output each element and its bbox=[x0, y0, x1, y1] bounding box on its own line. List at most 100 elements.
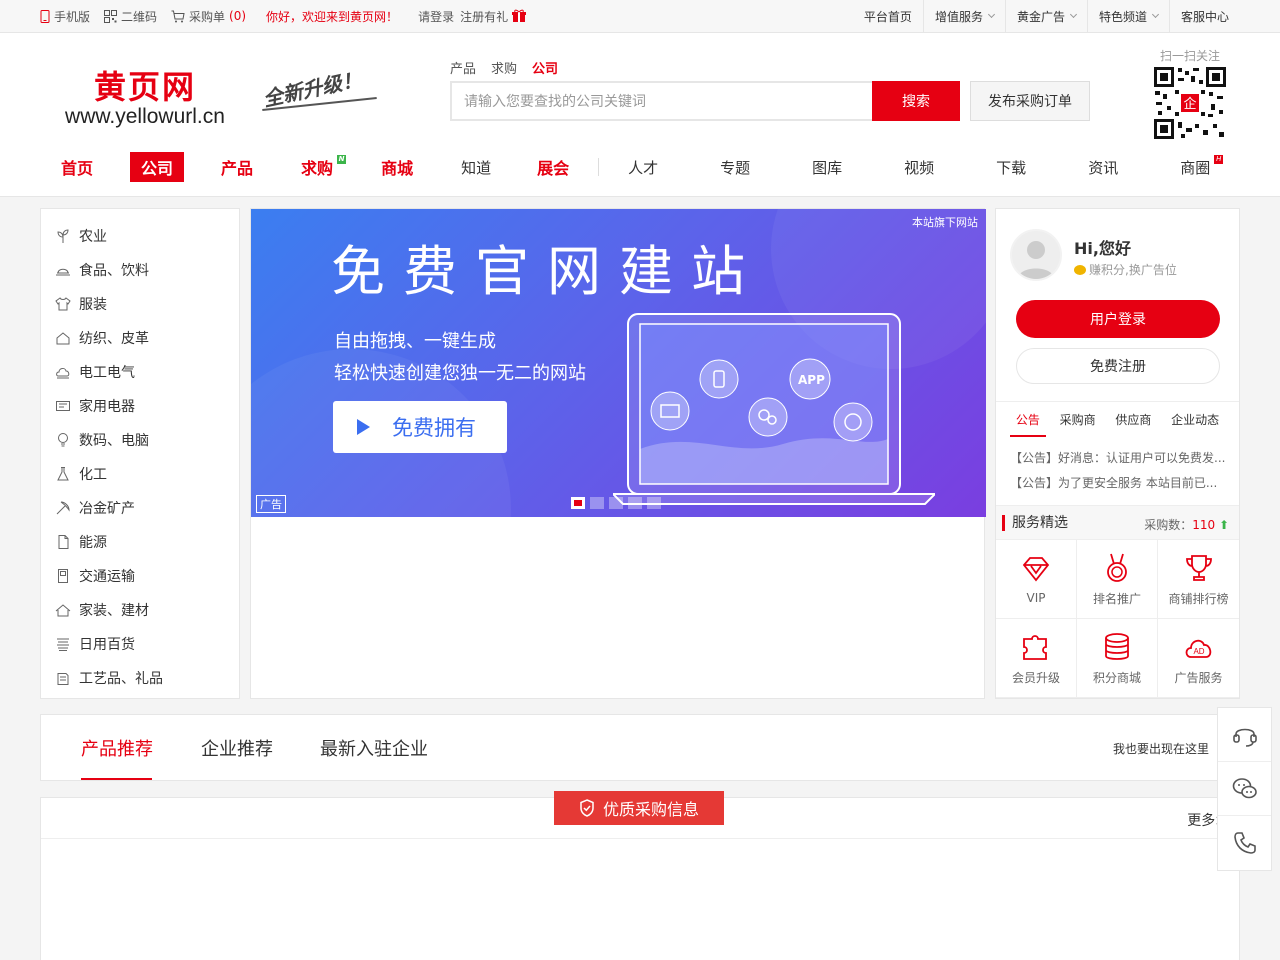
nav-home[interactable]: 首页 bbox=[50, 152, 104, 182]
search-tab-company[interactable]: 公司 bbox=[532, 58, 558, 77]
platform-home-link[interactable]: 平台首页 bbox=[853, 0, 923, 32]
cart-link[interactable]: 采购单 (0) bbox=[171, 8, 246, 25]
coin-icon bbox=[1074, 264, 1086, 275]
nav-gallery[interactable]: 图库 bbox=[801, 152, 853, 182]
login-link[interactable]: 请登录 bbox=[418, 8, 454, 25]
featured-channel-label: 特色频道 bbox=[1098, 9, 1147, 24]
register-label: 注册有礼 bbox=[460, 9, 509, 24]
service-shop-ranking[interactable]: 商铺排行榜 bbox=[1158, 540, 1239, 619]
carousel-dot-4[interactable] bbox=[628, 497, 642, 509]
nav-business-circle[interactable]: 商圈 H bbox=[1169, 152, 1224, 182]
qrcode-link[interactable]: 二维码 bbox=[104, 8, 157, 25]
category-item[interactable]: 数码、电脑 bbox=[41, 423, 239, 457]
cart-icon bbox=[171, 10, 185, 22]
nav-zhidao[interactable]: 知道 bbox=[450, 152, 502, 182]
service-vip[interactable]: VIP bbox=[996, 540, 1077, 619]
nav-talent[interactable]: 人才 bbox=[617, 152, 669, 182]
site-logo[interactable]: 黄页网 www.yellowurl.cn bbox=[50, 69, 240, 129]
publish-order-button[interactable]: 发布采购订单 bbox=[970, 81, 1090, 121]
tab-company-news[interactable]: 企业动态 bbox=[1165, 402, 1225, 437]
service-ranking[interactable]: 排名推广 bbox=[1077, 540, 1158, 619]
nav-news[interactable]: 资讯 bbox=[1077, 152, 1129, 182]
tab-new-companies[interactable]: 最新入驻企业 bbox=[320, 735, 428, 761]
category-item[interactable]: 服装 bbox=[41, 287, 239, 321]
user-silhouette-icon bbox=[1018, 241, 1054, 279]
search-tab-purchase[interactable]: 求购 bbox=[491, 58, 517, 77]
category-item[interactable]: 纺织、皮革 bbox=[41, 321, 239, 355]
value-added-menu[interactable]: 增值服务 bbox=[922, 0, 1005, 32]
customer-service-link[interactable]: 客服中心 bbox=[1168, 0, 1240, 32]
category-item[interactable]: 工艺品、礼品 bbox=[41, 661, 239, 695]
coins-icon bbox=[1105, 632, 1129, 660]
tab-announcement[interactable]: 公告 bbox=[1009, 402, 1046, 437]
nav-company[interactable]: 公司 bbox=[130, 152, 185, 182]
hero-banner[interactable]: 免费官网建站 自由拖拽、一键生成 轻松快速创建您独一无二的网站 免费拥有 APP… bbox=[251, 209, 986, 517]
chevron-down-icon bbox=[987, 10, 995, 19]
notice-item[interactable]: 【公告】好消息：认证用户可以免费发... bbox=[1010, 449, 1228, 466]
wechat-button[interactable] bbox=[1218, 762, 1271, 816]
nav-download[interactable]: 下载 bbox=[985, 152, 1037, 182]
transport-icon bbox=[58, 569, 68, 583]
tab-buyers[interactable]: 采购商 bbox=[1054, 402, 1102, 437]
service-advertising[interactable]: AD 广告服务 bbox=[1158, 619, 1239, 698]
nav-mall-label: 商城 bbox=[381, 159, 414, 178]
carousel-dot-2[interactable] bbox=[590, 497, 604, 509]
gift-icon bbox=[57, 673, 69, 685]
mobile-link[interactable]: 手机版 bbox=[40, 8, 90, 25]
carousel-dot-3[interactable] bbox=[609, 497, 623, 509]
banner-cta-button[interactable]: 免费拥有 bbox=[333, 401, 507, 453]
category-item[interactable]: 能源 bbox=[41, 525, 239, 559]
tab-company-recommend[interactable]: 企业推荐 bbox=[201, 735, 273, 761]
category-item[interactable]: 日用百货 bbox=[41, 627, 239, 661]
textile-icon bbox=[56, 332, 70, 345]
search-button[interactable]: 搜索 bbox=[872, 81, 960, 121]
tab-suppliers[interactable]: 供应商 bbox=[1109, 402, 1157, 437]
category-label: 食品、饮料 bbox=[79, 263, 149, 279]
appear-here-link[interactable]: 我也要出现在这里 bbox=[1113, 740, 1209, 757]
gold-ad-menu[interactable]: 黄金广告 bbox=[1004, 0, 1087, 32]
phone-button[interactable] bbox=[1218, 816, 1271, 870]
nav-talent-label: 人才 bbox=[628, 158, 659, 177]
nav-topic[interactable]: 专题 bbox=[709, 152, 761, 182]
nav-purchase[interactable]: 求购 N bbox=[290, 152, 347, 182]
carousel-dot-1[interactable] bbox=[571, 497, 585, 509]
nav-video[interactable]: 视频 bbox=[893, 152, 945, 182]
search-input[interactable]: 请输入您要查找的公司关键词 bbox=[450, 81, 872, 121]
nav-news-label: 资讯 bbox=[1088, 158, 1119, 177]
category-item[interactable]: 化工 bbox=[41, 457, 239, 491]
info-tabs: 公告 采购商 供应商 企业动态 bbox=[996, 401, 1239, 437]
category-item[interactable]: 电工电气 bbox=[41, 355, 239, 389]
register-link[interactable]: 注册有礼 bbox=[460, 8, 527, 25]
nav-download-label: 下载 bbox=[996, 158, 1027, 177]
category-sidebar: 农业 食品、饮料 服装 纺织、皮革 电工电气 家用电器 数码、电脑 化工 冶金矿… bbox=[40, 208, 240, 699]
earn-points-link[interactable]: 赚积分,换广告位 bbox=[1074, 261, 1177, 278]
service-member-upgrade[interactable]: 会员升级 bbox=[996, 619, 1077, 698]
user-login-button[interactable]: 用户登录 bbox=[1016, 300, 1220, 338]
category-item[interactable]: 冶金矿产 bbox=[41, 491, 239, 525]
category-item[interactable]: 交通运输 bbox=[41, 559, 239, 593]
tab-product-recommend[interactable]: 产品推荐 bbox=[81, 735, 153, 761]
carousel-dot-5[interactable] bbox=[647, 497, 661, 509]
floating-toolbar bbox=[1217, 707, 1272, 871]
free-register-button[interactable]: 免费注册 bbox=[1016, 348, 1220, 384]
category-label: 化工 bbox=[79, 467, 107, 483]
cart-label: 采购单 bbox=[189, 9, 226, 24]
logo-text: 黄页网 bbox=[93, 68, 196, 106]
category-item[interactable]: 农业 bbox=[41, 219, 239, 253]
notice-item[interactable]: 【公告】为了更安全服务 本站目前已... bbox=[1010, 474, 1228, 491]
nav-mall[interactable]: 商城 bbox=[370, 152, 424, 182]
category-item[interactable]: 家装、建材 bbox=[41, 593, 239, 627]
greeting: Hi,您好 bbox=[1074, 239, 1131, 258]
search-tab-product[interactable]: 产品 bbox=[450, 58, 476, 77]
nav-expo[interactable]: 展会 bbox=[526, 152, 580, 182]
qr-label: 扫一扫关注 bbox=[1160, 49, 1221, 63]
qrcode-label: 二维码 bbox=[121, 9, 158, 24]
nav-product[interactable]: 产品 bbox=[210, 152, 264, 182]
category-item[interactable]: 食品、饮料 bbox=[41, 253, 239, 287]
featured-channel-menu[interactable]: 特色频道 bbox=[1086, 0, 1169, 32]
new-badge: N bbox=[337, 155, 347, 164]
customer-service-button[interactable] bbox=[1218, 708, 1271, 762]
service-points-mall[interactable]: 积分商城 bbox=[1077, 619, 1158, 698]
category-item[interactable]: 家用电器 bbox=[41, 389, 239, 423]
category-label: 家用电器 bbox=[79, 399, 135, 415]
